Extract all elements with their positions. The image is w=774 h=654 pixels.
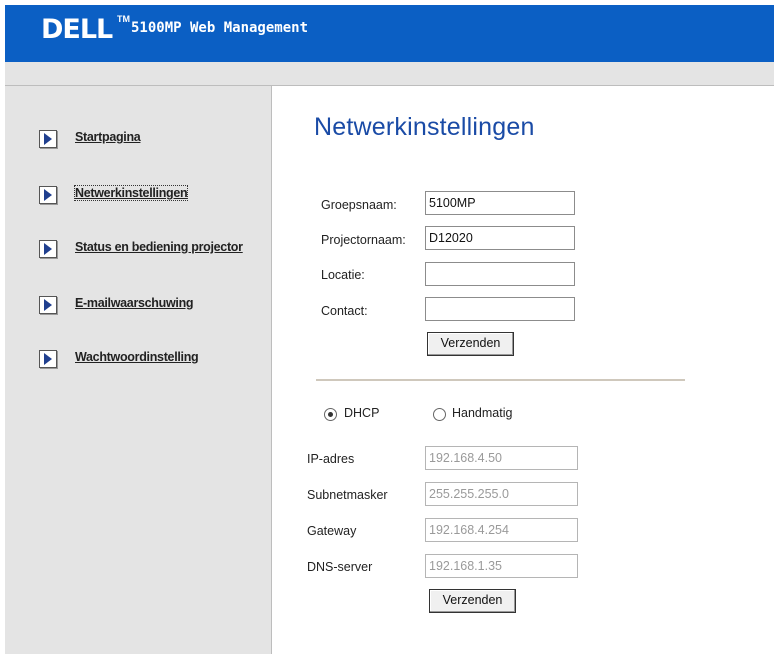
location-input[interactable] <box>425 262 575 286</box>
gateway-input[interactable] <box>425 518 578 542</box>
dell-logo: DELL <box>41 14 113 45</box>
section-divider <box>316 379 685 381</box>
app-title: 5100MP Web Management <box>131 20 309 36</box>
subnet-mask-input[interactable] <box>425 482 578 506</box>
manual-radio[interactable] <box>433 408 446 421</box>
submit-general-button[interactable]: Verzenden <box>427 332 514 356</box>
projector-name-label: Projectornaam: <box>321 233 406 247</box>
trademark-mark: TM <box>117 14 130 24</box>
contact-input[interactable] <box>425 297 575 321</box>
arrow-right-icon <box>39 130 57 148</box>
dns-server-label: DNS-server <box>307 560 373 574</box>
gateway-label: Gateway <box>307 524 357 538</box>
group-name-input[interactable] <box>425 191 575 215</box>
arrow-right-icon <box>39 350 57 368</box>
submit-network-button[interactable]: Verzenden <box>429 589 516 613</box>
sidebar-item-label: Netwerkinstellingen <box>73 185 189 201</box>
group-name-label: Groepsnaam: <box>321 198 397 212</box>
sidebar: Startpagina Netwerkinstellingen Status e… <box>5 86 272 654</box>
manual-label: Handmatig <box>452 406 513 420</box>
arrow-right-icon <box>39 296 57 314</box>
location-label: Locatie: <box>321 268 365 282</box>
page-title: Netwerkinstellingen <box>314 113 535 141</box>
sidebar-item-label: Startpagina <box>75 130 141 144</box>
arrow-right-icon <box>39 186 57 204</box>
projector-name-input[interactable] <box>425 226 575 250</box>
sidebar-item-label: E-mailwaarschuwing <box>75 296 194 310</box>
dhcp-label: DHCP <box>344 406 380 420</box>
sidebar-item-label: Status en bediening projector <box>75 240 243 254</box>
header-bar: DELL TM 5100MP Web Management <box>5 5 774 62</box>
ip-address-input[interactable] <box>425 446 578 470</box>
arrow-right-icon <box>39 240 57 258</box>
radio-selected-dot <box>328 412 333 417</box>
subnet-mask-label: Subnetmasker <box>307 488 388 502</box>
ip-address-label: IP-adres <box>307 452 355 466</box>
header-band <box>5 62 774 86</box>
dns-server-input[interactable] <box>425 554 578 578</box>
dhcp-radio[interactable] <box>324 408 337 421</box>
contact-label: Contact: <box>321 304 368 318</box>
sidebar-item-label: Wachtwoordinstelling <box>75 350 199 364</box>
